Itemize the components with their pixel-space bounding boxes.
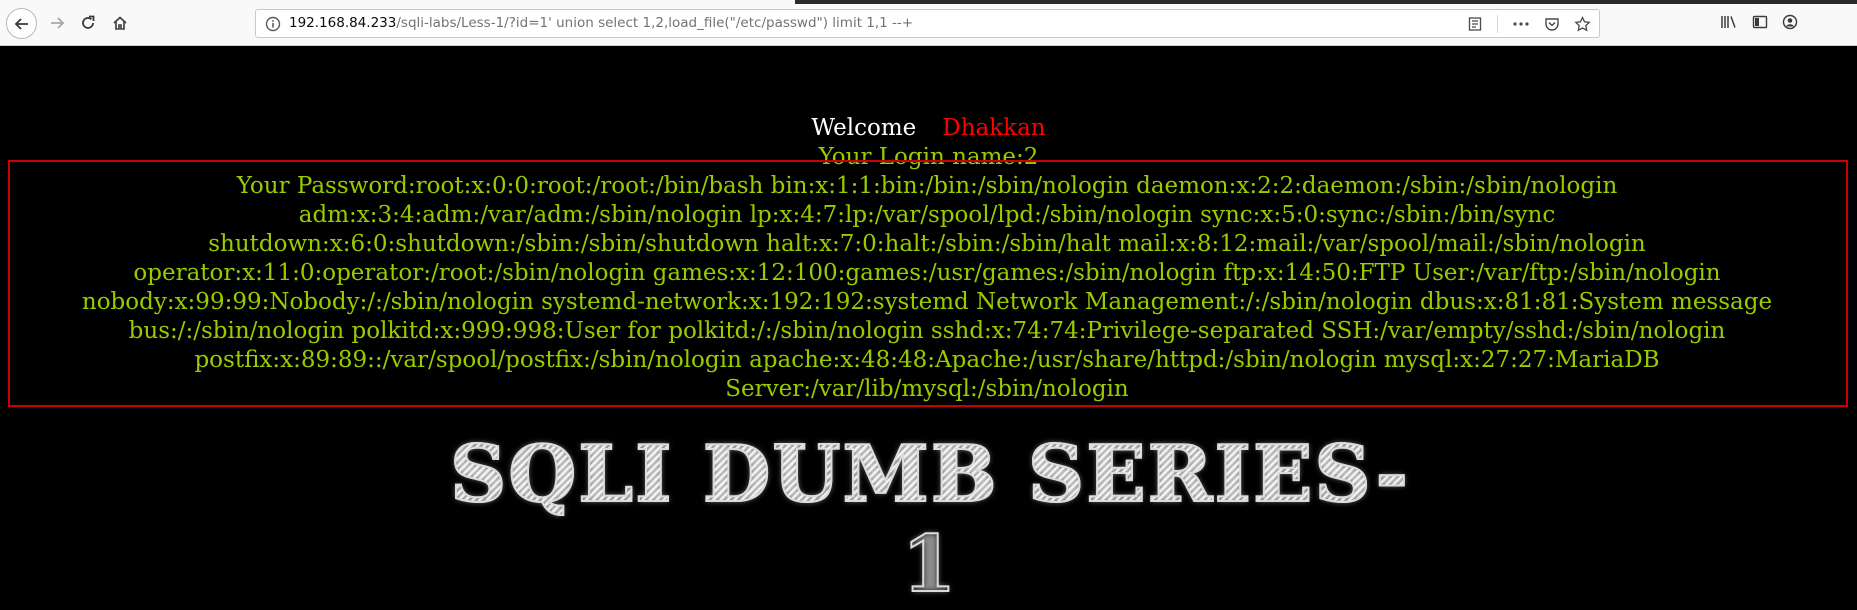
forward-arrow-icon: [51, 17, 65, 29]
bookmark-star-icon[interactable]: [1574, 16, 1591, 32]
home-icon: [113, 16, 127, 30]
browser-toolbar: 192.168.84.233/sqli-labs/Less-1/?id=1' u…: [0, 0, 1857, 46]
info-icon[interactable]: [265, 16, 281, 32]
active-tab-edge[interactable]: [0, 0, 795, 4]
url-path: /sqli-labs/Less-1/?id=1' union select 1,…: [396, 15, 914, 31]
welcome-label: Welcome: [811, 115, 917, 141]
url-text[interactable]: 192.168.84.233/sqli-labs/Less-1/?id=1' u…: [289, 15, 913, 31]
back-arrow-icon: [14, 17, 28, 30]
welcome-username: Dhakkan: [942, 115, 1046, 141]
library-icon[interactable]: [1720, 14, 1738, 30]
toolbar-right: [1720, 14, 1798, 30]
forward-button[interactable]: [42, 8, 72, 38]
back-button[interactable]: [6, 8, 37, 39]
reload-button[interactable]: [73, 8, 103, 38]
url-bar[interactable]: 192.168.84.233/sqli-labs/Less-1/?id=1' u…: [255, 9, 1600, 38]
account-icon[interactable]: [1782, 14, 1798, 30]
tab-strip: [0, 0, 1857, 4]
series-banner: SQLI DUMB SERIES-1: [435, 429, 1425, 610]
sidebar-icon[interactable]: [1752, 14, 1768, 30]
password-output: Your Password:root:x:0:0:root:/root:/bin…: [81, 173, 1773, 402]
url-actions: [1467, 15, 1591, 33]
welcome-line: Welcome Dhakkan: [0, 114, 1857, 142]
home-button[interactable]: [105, 8, 135, 38]
url-separator: [1497, 15, 1498, 33]
page-actions-icon[interactable]: [1512, 16, 1530, 32]
pocket-icon[interactable]: [1544, 16, 1560, 32]
url-host: 192.168.84.233: [289, 15, 397, 31]
reader-view-icon[interactable]: [1467, 16, 1483, 32]
reload-icon: [82, 15, 95, 29]
